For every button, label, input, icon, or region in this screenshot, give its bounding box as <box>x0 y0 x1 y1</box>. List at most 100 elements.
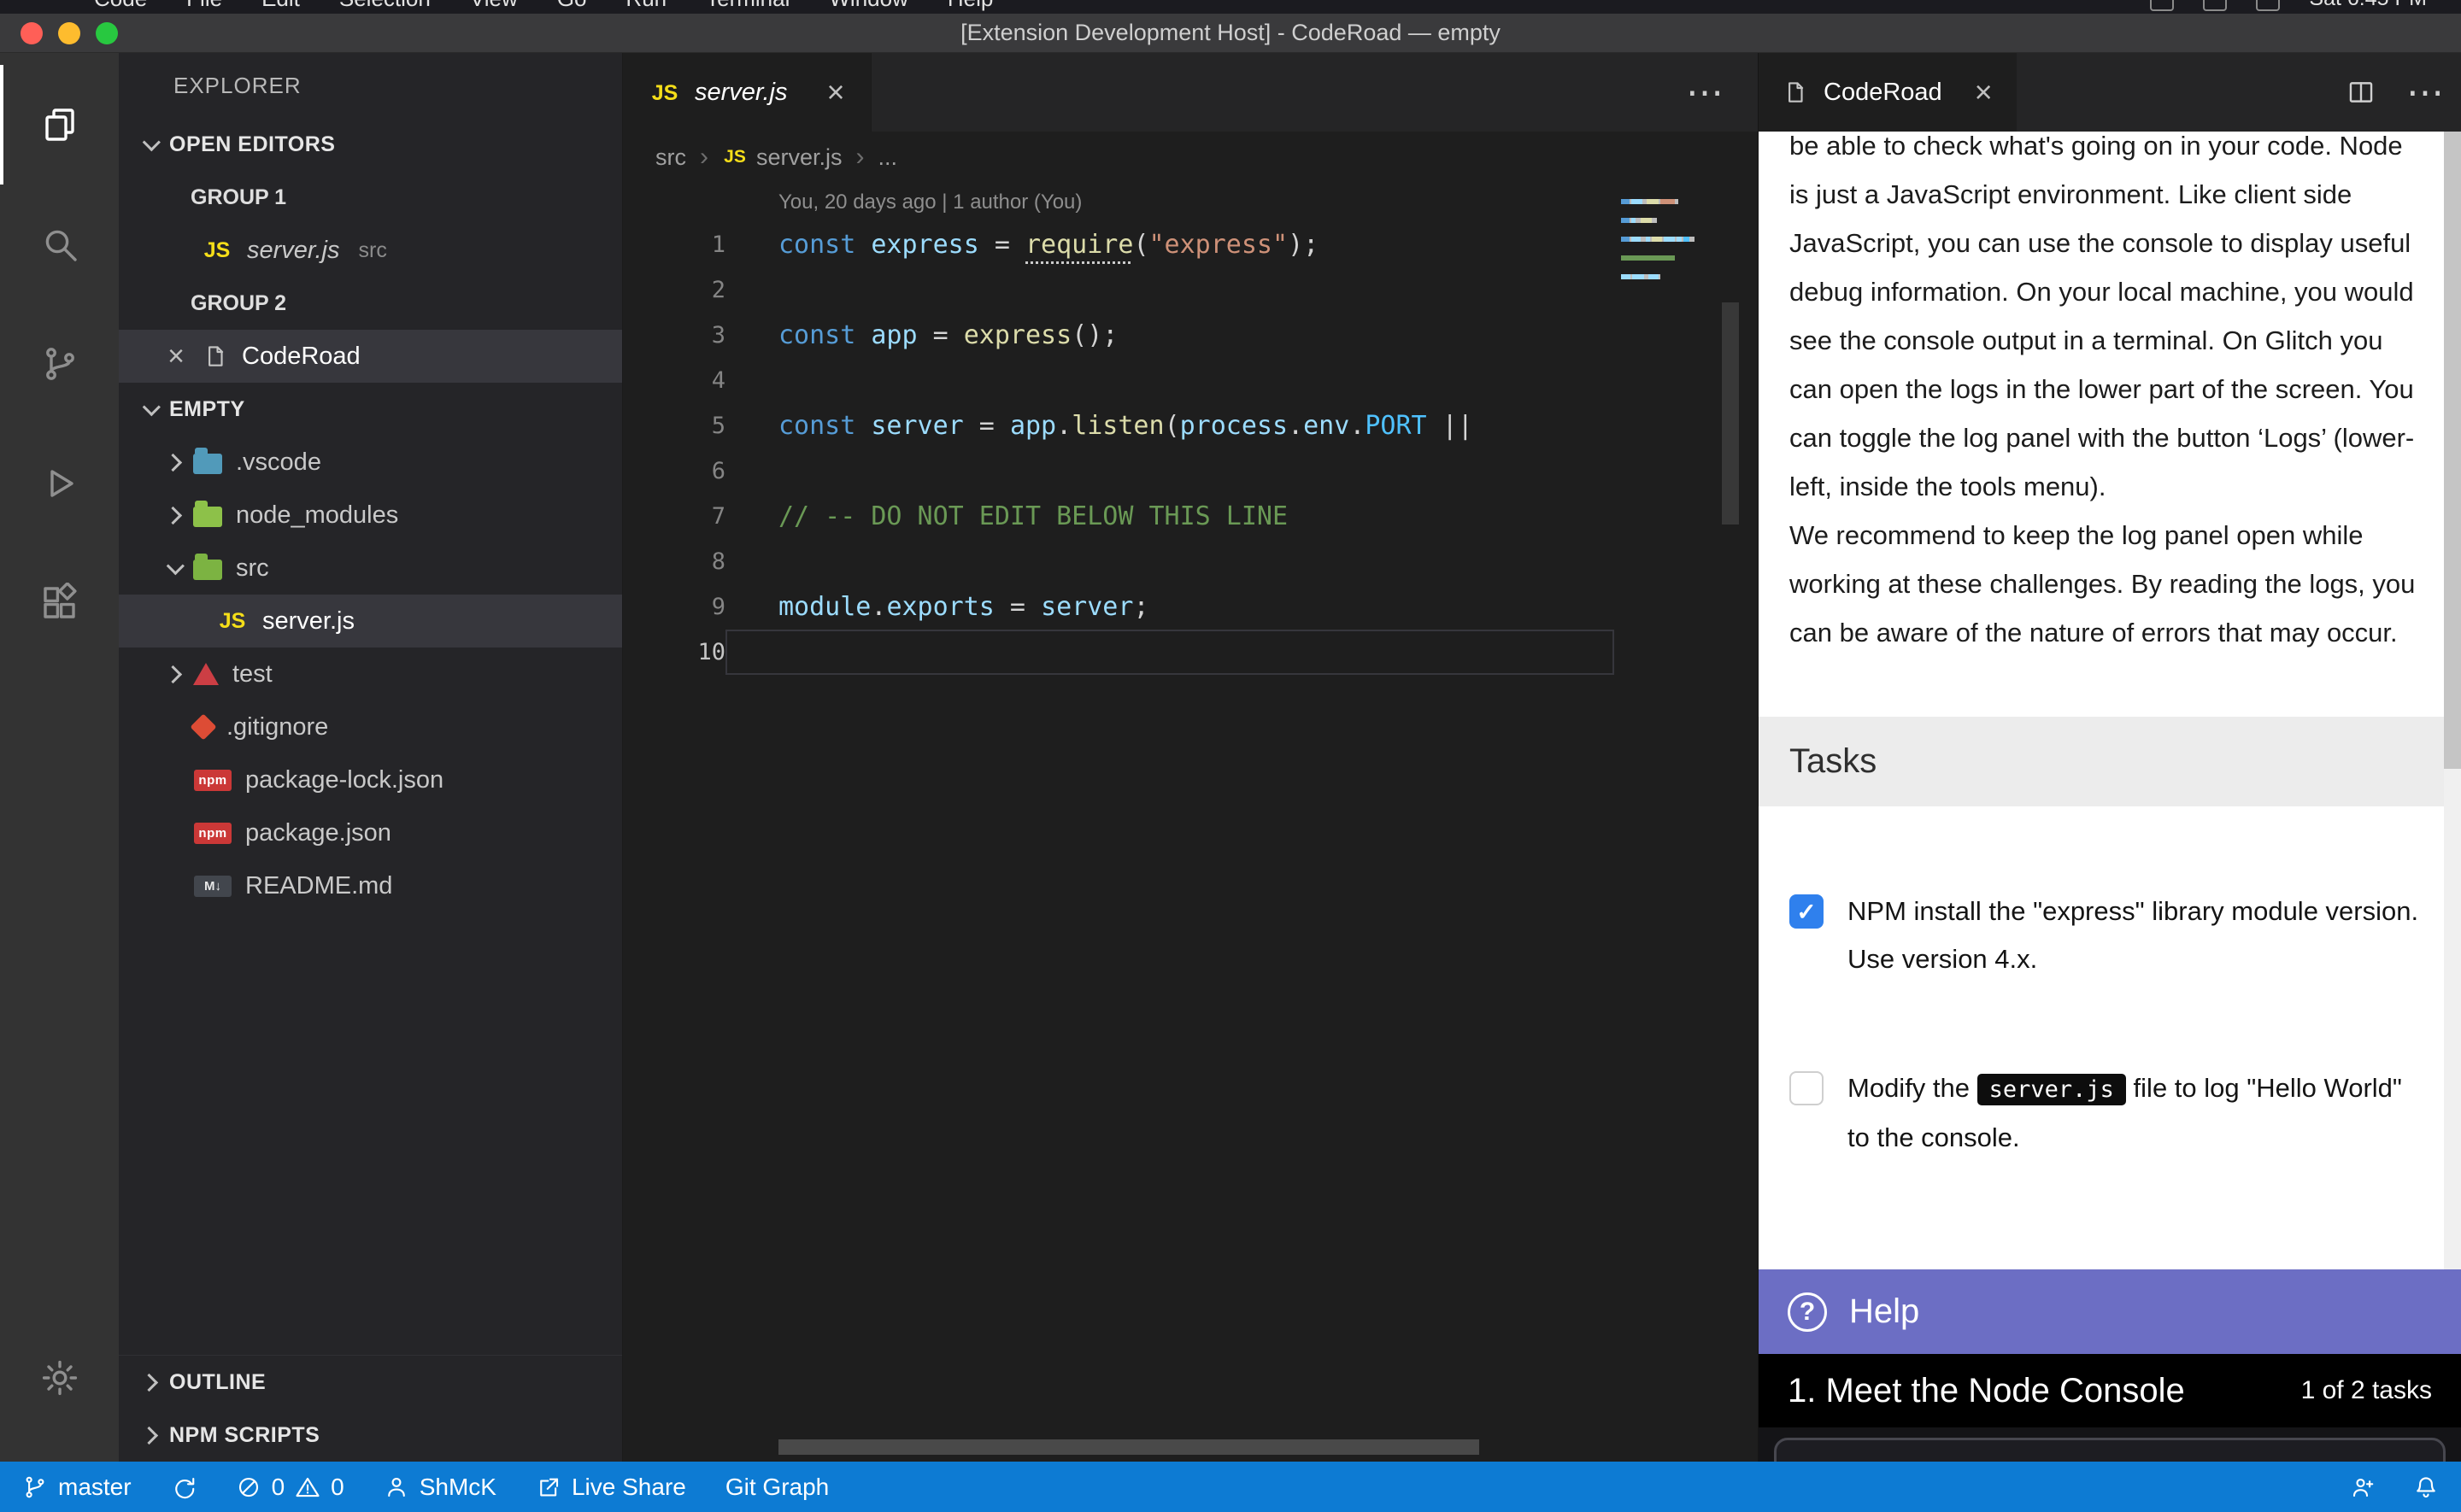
editor-horizontal-scrollbar[interactable] <box>778 1439 1479 1455</box>
help-section-header[interactable]: ? Help <box>1759 1269 2461 1354</box>
breadcrumb-item-server-js[interactable]: JSserver.js <box>722 144 843 171</box>
git-graph-status[interactable]: Git Graph <box>725 1474 829 1501</box>
open-editor-item-coderoad[interactable]: ×CodeRoad <box>119 330 622 383</box>
menu-edit[interactable]: Edit <box>261 0 300 14</box>
tree-item--gitignore[interactable]: .gitignore <box>119 700 622 753</box>
tree-item-server-js[interactable]: JSserver.js <box>119 595 622 648</box>
menu-file[interactable]: File <box>186 0 222 14</box>
workspace-section-header[interactable]: EMPTY <box>119 383 622 436</box>
code-line-8[interactable]: 8 <box>623 539 1758 584</box>
code-editor[interactable]: You, 20 days ago | 1 author (You) 1const… <box>623 183 1758 1462</box>
open-editors-header[interactable]: OPEN EDITORS <box>119 118 622 171</box>
code-line-4[interactable]: 4 <box>623 358 1758 403</box>
menu-go[interactable]: Go <box>557 0 587 14</box>
sync-status[interactable] <box>171 1474 197 1501</box>
line-content <box>725 539 1614 584</box>
problems-status[interactable]: 00 <box>236 1474 344 1501</box>
code-line-1[interactable]: 1const express = require("express"); <box>623 222 1758 267</box>
menu-view[interactable]: View <box>470 0 518 14</box>
tree-item-test[interactable]: test <box>119 648 622 700</box>
extensions-icon[interactable] <box>0 543 119 663</box>
sync-icon <box>171 1474 197 1500</box>
minimap-line <box>1621 246 1695 251</box>
menu-code[interactable]: Code <box>94 0 147 14</box>
minimap-lines <box>1616 199 1700 289</box>
split-editor-icon[interactable] <box>2346 78 2376 107</box>
task-list: ✓NPM install the "express" library modul… <box>1789 888 2427 1162</box>
source-control-icon[interactable] <box>0 304 119 424</box>
author-status[interactable]: ShMcK <box>384 1474 496 1501</box>
coderoad-scrollbar-thumb[interactable] <box>2444 132 2461 769</box>
settings-gear-icon[interactable] <box>0 1318 119 1438</box>
menubar-clock: Sat 6:45 PM <box>2309 0 2427 14</box>
tree-item-label: node_modules <box>236 501 398 530</box>
run-debug-icon[interactable] <box>0 424 119 543</box>
tree-item-readme-md[interactable]: M↓README.md <box>119 859 622 912</box>
code-line-6[interactable]: 6 <box>623 448 1758 494</box>
task-checkbox[interactable] <box>1789 1071 1824 1105</box>
code-line-2[interactable]: 2 <box>623 267 1758 313</box>
section-outline[interactable]: OUTLINE <box>119 1356 622 1409</box>
breadcrumb-item--[interactable]: ... <box>878 144 898 171</box>
task-checkbox[interactable]: ✓ <box>1789 894 1824 929</box>
minimap-line <box>1621 208 1695 214</box>
code-line-3[interactable]: 3const app = express(); <box>623 313 1758 358</box>
coderoad-tab[interactable]: CodeRoad × <box>1759 53 2017 132</box>
test-flask-icon <box>193 663 219 685</box>
code-line-5[interactable]: 5const server = app.listen(process.env.P… <box>623 403 1758 448</box>
editor-tab-server-js[interactable]: JS server.js × <box>623 53 872 132</box>
tree-item-package-lock-json[interactable]: npmpackage-lock.json <box>119 753 622 806</box>
editor-vertical-scrollbar[interactable] <box>1722 302 1739 525</box>
tree-item-package-json[interactable]: npmpackage.json <box>119 806 622 859</box>
live-share-status[interactable]: Live Share <box>536 1474 686 1501</box>
minimize-window-button[interactable] <box>58 22 80 44</box>
tree-item--vscode[interactable]: .vscode <box>119 436 622 489</box>
folder-icon-node <box>193 507 222 527</box>
close-tab-icon[interactable]: × <box>827 74 845 110</box>
coderoad-more-actions-icon[interactable]: ⋯ <box>2406 71 2444 114</box>
bottom-nav-strip <box>1759 1427 2461 1462</box>
coderoad-scrollbar[interactable] <box>2444 132 2461 1269</box>
section-npm-scripts[interactable]: NPM SCRIPTS <box>119 1409 622 1462</box>
explorer-icon[interactable] <box>0 65 119 185</box>
open-editors-label: OPEN EDITORS <box>169 132 335 157</box>
tree-item-src[interactable]: src <box>119 542 622 595</box>
chevron-right-icon <box>164 665 182 683</box>
editor-more-actions-icon[interactable]: ⋯ <box>1686 71 1724 114</box>
git-branch-status[interactable]: master <box>22 1474 132 1501</box>
minimap-line <box>1621 237 1695 242</box>
cr-paragraphs: be able to check what's going on in your… <box>1789 132 2427 657</box>
sidebar-bottom-sections: OUTLINENPM SCRIPTS <box>119 1355 622 1462</box>
menu-run[interactable]: Run <box>626 0 667 14</box>
search-icon[interactable] <box>0 185 119 304</box>
folder-icon-vscode <box>193 454 222 474</box>
menu-selection[interactable]: Selection <box>339 0 431 14</box>
accounts-status[interactable] <box>2350 1474 2376 1500</box>
code-line-10[interactable]: 10 <box>623 630 1758 675</box>
close-window-button[interactable] <box>21 22 43 44</box>
coderoad-scroll-area[interactable]: be able to check what's going on in your… <box>1759 132 2461 1269</box>
breadcrumb-item-src[interactable]: src <box>655 144 686 171</box>
code-line-7[interactable]: 7// -- DO NOT EDIT BELOW THIS LINE <box>623 494 1758 539</box>
menu-terminal[interactable]: Terminal <box>706 0 790 14</box>
minimap[interactable] <box>1616 188 1700 1462</box>
statusbar-right <box>2350 1474 2439 1500</box>
notifications-status[interactable] <box>2413 1474 2439 1500</box>
status-bar: master 00 ShMcK Live Share Git Graph <box>0 1462 2461 1512</box>
menubar-status-icon <box>2256 0 2280 11</box>
task-item-1: ✓NPM install the "express" library modul… <box>1789 888 2427 983</box>
status-label: Git Graph <box>725 1474 829 1501</box>
close-editor-icon[interactable]: × <box>163 340 189 373</box>
menu-help[interactable]: Help <box>948 0 993 14</box>
continue-button-partial[interactable] <box>1774 1438 2446 1462</box>
minimap-line <box>1621 227 1695 232</box>
tree-item-node-modules[interactable]: node_modules <box>119 489 622 542</box>
open-editor-item-server-js[interactable]: JSserver.jssrc <box>119 224 622 277</box>
menu-window[interactable]: Window <box>829 0 907 14</box>
zoom-window-button[interactable] <box>96 22 118 44</box>
folder-icon-src <box>193 560 222 580</box>
close-coderoad-tab-icon[interactable]: × <box>1975 74 1993 110</box>
chevron-down-icon <box>143 398 161 416</box>
codelens-annotation[interactable]: You, 20 days ago | 1 author (You) <box>623 183 1758 222</box>
code-line-9[interactable]: 9module.exports = server; <box>623 584 1758 630</box>
